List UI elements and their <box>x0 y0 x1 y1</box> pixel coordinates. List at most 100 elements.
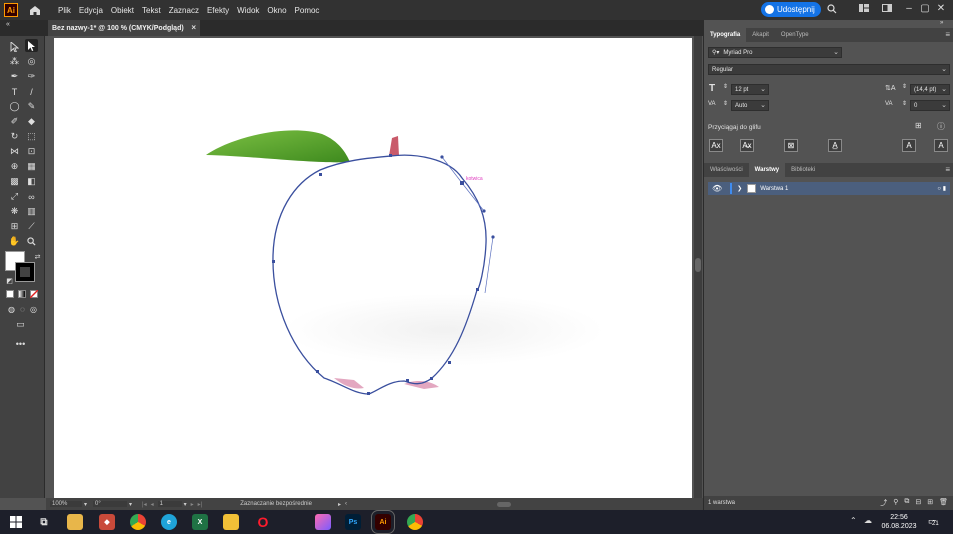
snap-glyph-bounds-icon[interactable]: ⊠ <box>784 139 798 152</box>
shape-builder-icon[interactable]: ⊕ <box>8 160 21 173</box>
file-explorer-icon[interactable] <box>67 514 83 530</box>
typography-panel-menu-icon[interactable]: ≡ <box>945 30 950 39</box>
close-tab-icon[interactable]: × <box>191 23 196 32</box>
snap-anchor-icon[interactable]: A <box>934 139 948 152</box>
draw-inside-icon[interactable]: ◎ <box>27 303 40 316</box>
glyph-options-icon[interactable]: ⊞ <box>915 121 922 130</box>
close-window-icon[interactable]: ✕ <box>936 4 946 14</box>
illustrator-taskbar-icon[interactable]: Ai <box>371 510 395 534</box>
chrome-icon[interactable] <box>130 514 146 530</box>
ellipse-tool-icon[interactable]: ◯ <box>8 100 21 113</box>
collapse-toolbar-icon[interactable]: « <box>6 21 10 28</box>
gradient-mode-icon[interactable] <box>18 290 26 298</box>
font-size-stepper-icon[interactable]: ⇕ <box>723 83 728 90</box>
zoom-dropdown-icon[interactable]: ▾ <box>84 501 87 508</box>
default-colors-icon[interactable]: ◩ <box>3 274 16 287</box>
screen-mode-icon[interactable]: ▭ <box>14 318 27 331</box>
chrome-2-icon[interactable] <box>407 514 423 530</box>
menu-window[interactable]: Okno <box>263 6 290 15</box>
edge-icon[interactable]: e <box>161 514 177 530</box>
menu-file[interactable]: Plik <box>54 6 75 15</box>
info-icon[interactable]: ⓘ <box>937 121 945 132</box>
curvature-tool-icon[interactable]: ✑ <box>25 70 38 83</box>
perspective-grid-icon[interactable]: ▦ <box>25 160 38 173</box>
next-artboard-icon[interactable]: ▸ <box>191 501 194 508</box>
delete-layer-icon[interactable]: 🗑 <box>939 498 948 508</box>
artboard-dropdown-icon[interactable]: ▾ <box>184 501 187 508</box>
tool-status-label[interactable]: Zaznaczanie bezpośrednie <box>240 501 312 507</box>
magic-wand-icon[interactable]: ⁂ <box>8 55 21 68</box>
slice-tool-icon[interactable]: ⟋ <box>25 220 38 233</box>
locate-object-icon[interactable]: ⚲ <box>893 498 898 508</box>
arrange-documents-icon[interactable] <box>859 4 869 14</box>
photoshop-icon[interactable]: Ps <box>345 514 361 530</box>
color-mode-icon[interactable] <box>6 290 14 298</box>
artboard-tool-icon[interactable]: ⊞ <box>8 220 21 233</box>
tab-properties[interactable]: Właściwości <box>704 163 749 177</box>
blend-tool-icon[interactable]: ∞ <box>25 190 38 203</box>
rotation-field[interactable]: 0° <box>93 501 128 507</box>
pen-tool-icon[interactable]: ✒ <box>8 70 21 83</box>
eraser-icon[interactable]: ◆ <box>25 115 38 128</box>
kerning-stepper-icon[interactable]: ⇕ <box>723 100 728 107</box>
shaper-tool-icon[interactable]: ✐ <box>8 115 21 128</box>
notifications-icon[interactable]: ▭ 21 <box>927 515 941 529</box>
direct-selection-tool-icon[interactable] <box>25 39 38 52</box>
expand-layer-icon[interactable]: ❯ <box>737 185 742 192</box>
menu-type[interactable]: Tekst <box>138 6 165 15</box>
kerning-field[interactable]: Auto ⌄ <box>731 100 769 111</box>
symbol-sprayer-icon[interactable]: ❋ <box>8 205 21 218</box>
status-menu-icon[interactable]: ▸ <box>338 501 341 508</box>
font-size-dropdown-icon[interactable]: ⌄ <box>760 85 766 93</box>
swap-fill-stroke-icon[interactable]: ⇄ <box>31 250 44 263</box>
snap-proximity-icon[interactable]: A̲ <box>828 139 842 152</box>
clipping-mask-icon[interactable]: ⧉ <box>904 498 909 508</box>
snap-xheight-icon[interactable]: A̶x <box>740 139 754 152</box>
gradient-tool-icon[interactable]: ◧ <box>25 175 38 188</box>
windows-start-icon[interactable] <box>8 514 24 530</box>
onedrive-icon[interactable]: ☁ <box>864 516 872 525</box>
horizontal-scrollbar-thumb[interactable] <box>496 501 511 507</box>
excel-icon[interactable]: X <box>192 514 208 530</box>
width-tool-icon[interactable]: ⋈ <box>8 145 21 158</box>
tab-typography[interactable]: Typografia <box>704 28 747 42</box>
document-tab[interactable]: Bez nazwy-1* @ 100 % (CMYK/Podgląd) × <box>48 20 200 36</box>
type-tool-icon[interactable]: T <box>8 85 21 98</box>
edit-toolbar-icon[interactable]: ••• <box>14 337 27 350</box>
snap-baseline-icon[interactable]: Ax <box>709 139 723 152</box>
column-graph-icon[interactable]: ▥ <box>25 205 38 218</box>
selection-tool-icon[interactable] <box>8 40 21 53</box>
menu-object[interactable]: Obiekt <box>107 6 138 15</box>
font-style-dropdown-icon[interactable]: ⌄ <box>941 65 947 73</box>
layers-panel-menu-icon[interactable]: ≡ <box>945 165 950 174</box>
maximize-icon[interactable]: ▢ <box>920 4 930 14</box>
tray-chevron-icon[interactable]: ⌃ <box>850 516 857 525</box>
tracking-stepper-icon[interactable]: ⇕ <box>902 100 907 107</box>
opera-icon[interactable]: O <box>255 514 271 530</box>
line-tool-icon[interactable]: / <box>25 85 38 98</box>
hand-tool-icon[interactable]: ✋ <box>8 235 21 248</box>
menu-edit[interactable]: Edycja <box>75 6 107 15</box>
artboard[interactable]: kotwica <box>54 38 692 498</box>
layer-target-icon[interactable]: ○ ▮ <box>937 185 946 192</box>
eyedropper-icon[interactable]: ⤢ <box>8 190 21 203</box>
none-mode-icon[interactable] <box>30 290 38 298</box>
task-view-icon[interactable]: ⧉ <box>36 514 52 530</box>
new-layer-icon[interactable]: ⊞ <box>927 498 933 508</box>
prev-artboard-icon[interactable]: ◂ <box>151 501 154 508</box>
tracking-dropdown-icon[interactable]: ⌄ <box>941 101 947 109</box>
tab-libraries[interactable]: Biblioteki <box>785 163 821 177</box>
first-artboard-icon[interactable]: |◂ <box>142 501 147 508</box>
font-size-field[interactable]: 12 pt ⌄ <box>731 84 769 95</box>
artboard-number-field[interactable]: 1 <box>157 501 182 507</box>
vertical-scrollbar-thumb[interactable] <box>695 258 701 272</box>
font-family-field[interactable]: ⚲▾ Myriad Pro ⌄ <box>708 47 842 58</box>
hscroll-left-icon[interactable]: ‹ <box>345 501 347 507</box>
system-clock[interactable]: 22:56 06.08.2023 <box>878 513 920 531</box>
kerning-dropdown-icon[interactable]: ⌄ <box>760 101 766 109</box>
minimize-icon[interactable]: – <box>904 4 914 14</box>
rotate-tool-icon[interactable]: ↻ <box>8 130 21 143</box>
vertical-scrollbar[interactable] <box>694 36 702 498</box>
stroke-swatch[interactable] <box>15 262 35 282</box>
menu-select[interactable]: Zaznacz <box>165 6 203 15</box>
